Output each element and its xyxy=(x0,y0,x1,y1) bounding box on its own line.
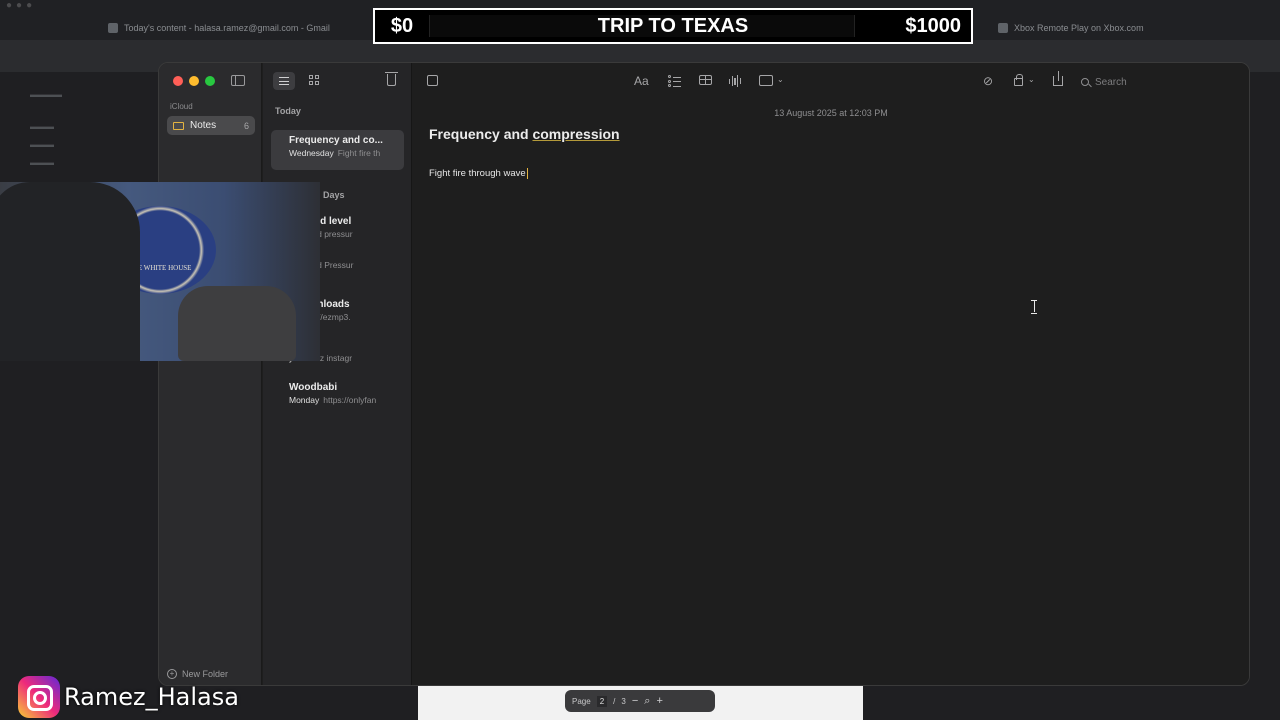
chevron-down-icon[interactable]: ⌄ xyxy=(777,75,784,87)
current-page-input[interactable]: 2 xyxy=(596,695,608,707)
gmail-side-item: ▬▬▬ xyxy=(30,140,54,149)
collaborate-icon[interactable]: ⊘ xyxy=(983,74,993,88)
account-header: iCloud xyxy=(170,102,193,111)
lock-icon[interactable] xyxy=(1014,74,1023,86)
note-list: Today Frequency and co... Wednesday Fight… xyxy=(263,63,412,685)
banner-title: TRIP TO TEXAS xyxy=(597,15,749,37)
note-date: Monday xyxy=(289,395,320,405)
zoom-out-icon[interactable]: − xyxy=(632,695,638,707)
folder-icon xyxy=(173,121,184,130)
note-title: Woodbabi xyxy=(289,382,338,393)
chevron-down-icon[interactable]: ⌄ xyxy=(1028,75,1035,87)
checklist-icon[interactable] xyxy=(668,75,681,87)
banner-high-value: $1000 xyxy=(905,15,961,37)
zoom-in-icon[interactable]: + xyxy=(656,695,662,707)
section-header-previous: Days xyxy=(323,190,345,200)
audio-waveform-icon[interactable] xyxy=(729,75,742,87)
text-caret xyxy=(526,168,528,179)
note-heading-text: Frequency and xyxy=(429,126,533,142)
page-separator: / xyxy=(613,696,616,706)
pdf-page-controls: Page 2 / 3 − ⌕ + xyxy=(565,690,715,712)
search-input[interactable] xyxy=(1095,76,1235,88)
gmail-favicon-icon xyxy=(108,23,118,33)
list-view-icon[interactable] xyxy=(273,72,295,90)
trash-icon[interactable] xyxy=(385,72,398,86)
gmail-side-item: ▬▬▬ xyxy=(30,122,54,131)
browser-window-controls: ●●● xyxy=(6,0,37,11)
screen: ●●● Today's content - halasa.ramez@gmail… xyxy=(0,0,1280,720)
note-list-toolbar xyxy=(263,63,411,99)
folder-count: 6 xyxy=(243,120,249,131)
note-item[interactable]: Woodbabi Monday https://onlyfan xyxy=(271,377,404,417)
instagram-watermark: Ramez_Halasa xyxy=(18,676,239,718)
ibeam-cursor-icon xyxy=(1031,300,1037,314)
instagram-handle: Ramez_Halasa xyxy=(64,683,239,711)
folder-label: Notes xyxy=(190,120,217,131)
note-body-text: Fight fire through wave xyxy=(429,168,526,180)
note-editor: Aa ⌄ ⊘ ⌄ 13 August 2025 at 12:03 PM Freq… xyxy=(413,63,1249,685)
browser-tab-gmail[interactable]: Today's content - halasa.ramez@gmail.com… xyxy=(108,18,330,38)
close-window-button[interactable] xyxy=(173,76,183,86)
minimize-window-button[interactable] xyxy=(189,76,199,86)
presenter-figure xyxy=(0,182,140,361)
note-preview: https://onlyfan xyxy=(323,395,377,405)
window-controls xyxy=(173,76,215,86)
note-body[interactable]: Fight fire through wave xyxy=(429,168,528,179)
webcam-overlay: THE WHITE HOUSE xyxy=(0,182,320,361)
media-icon[interactable] xyxy=(759,75,773,86)
folder-notes[interactable]: Notes 6 xyxy=(167,116,255,135)
chair-figure xyxy=(178,286,296,361)
note-heading[interactable]: Frequency and compression xyxy=(429,126,620,142)
note-date: Wednesday xyxy=(289,148,334,158)
browser-tab-label: Today's content - halasa.ramez@gmail.com… xyxy=(124,23,330,33)
gmail-side-item: ▬▬▬▬ xyxy=(30,90,62,99)
table-icon[interactable] xyxy=(699,75,712,85)
note-heading-underlined: compression xyxy=(532,126,620,142)
instagram-logo-icon xyxy=(18,676,60,718)
zoom-window-button[interactable] xyxy=(205,76,215,86)
browser-tab-label: Xbox Remote Play on Xbox.com xyxy=(1014,23,1144,33)
section-header-today: Today xyxy=(275,106,301,116)
notes-sidebar: iCloud Notes 6 + New Folder xyxy=(159,63,262,685)
browser-tab-xbox[interactable]: Xbox Remote Play on Xbox.com xyxy=(998,18,1144,38)
page-label: Page xyxy=(572,696,591,706)
note-preview: Fight fire th xyxy=(337,148,381,158)
total-pages: 3 xyxy=(621,696,626,706)
note-item[interactable]: Frequency and co... Wednesday Fight fire … xyxy=(271,130,404,170)
search-field[interactable] xyxy=(1075,72,1243,92)
note-timestamp: 13 August 2025 at 12:03 PM xyxy=(774,108,888,118)
gmail-side-item: ▬▬▬ xyxy=(30,158,54,167)
search-icon xyxy=(1081,78,1089,86)
trip-progress-banner: $0 TRIP TO TEXAS $1000 xyxy=(373,8,973,44)
zoom-reset-icon[interactable]: ⌕ xyxy=(644,695,650,708)
note-title: Frequency and co... xyxy=(289,135,383,146)
notes-window: iCloud Notes 6 + New Folder Today Freque… xyxy=(158,62,1250,686)
share-icon[interactable] xyxy=(1053,71,1063,86)
gallery-view-icon[interactable] xyxy=(309,75,320,86)
compose-icon[interactable] xyxy=(427,75,438,86)
format-text-button[interactable]: Aa xyxy=(634,74,649,88)
sidebar-toggle-icon[interactable] xyxy=(231,75,245,86)
xbox-favicon-icon xyxy=(998,23,1008,33)
